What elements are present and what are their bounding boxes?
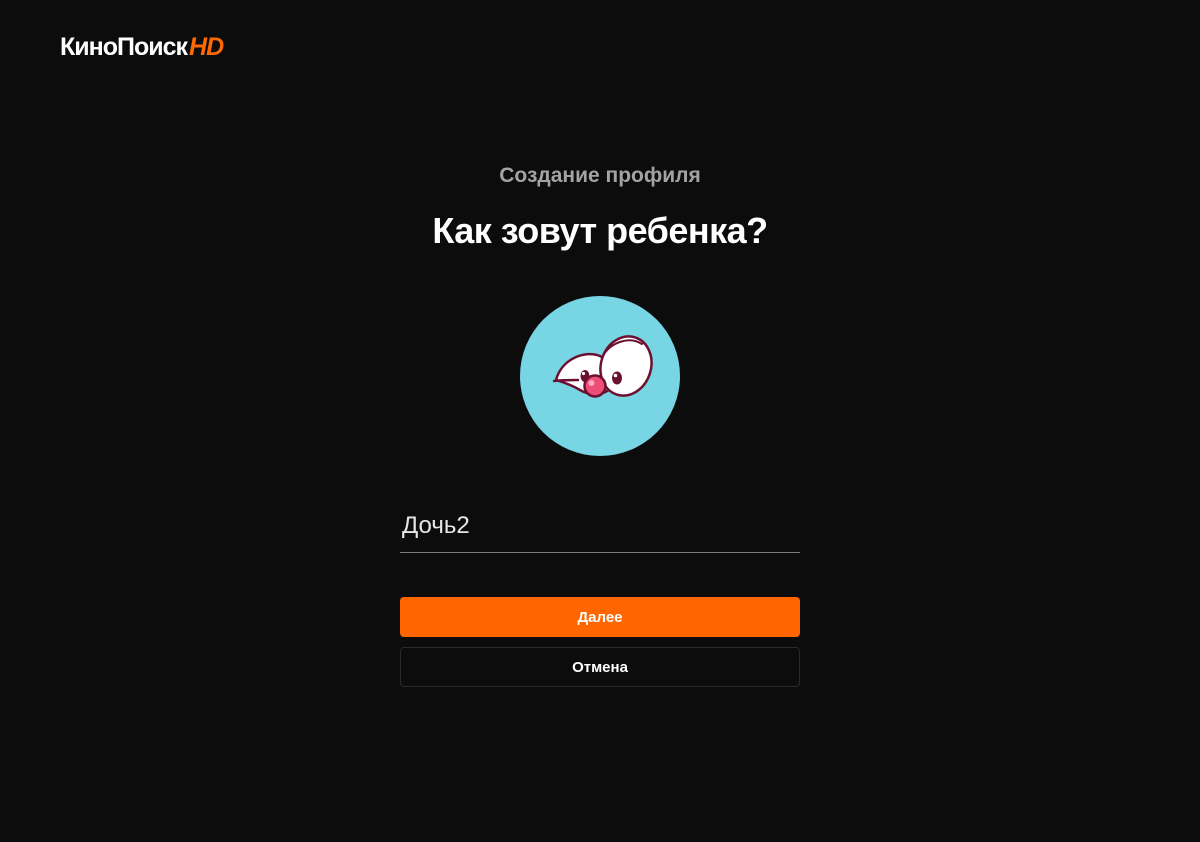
page-subtitle: Создание профиля xyxy=(499,164,701,187)
cartoon-eyes-avatar-icon xyxy=(552,335,653,398)
child-name-input[interactable] xyxy=(400,505,798,547)
kinopoisk-hd-logo[interactable]: КиноПоиск HD xyxy=(60,33,224,61)
child-name-field xyxy=(400,505,800,553)
logo-text: КиноПоиск xyxy=(60,33,188,61)
cancel-button[interactable]: Отмена xyxy=(400,647,800,687)
page-title: Как зовут ребенка? xyxy=(432,210,768,251)
logo-hd-badge: HD xyxy=(189,33,224,61)
profile-avatar[interactable] xyxy=(520,296,680,456)
next-button[interactable]: Далее xyxy=(400,597,800,637)
page: КиноПоиск HD Создание профиля Как зовут … xyxy=(0,0,1200,842)
